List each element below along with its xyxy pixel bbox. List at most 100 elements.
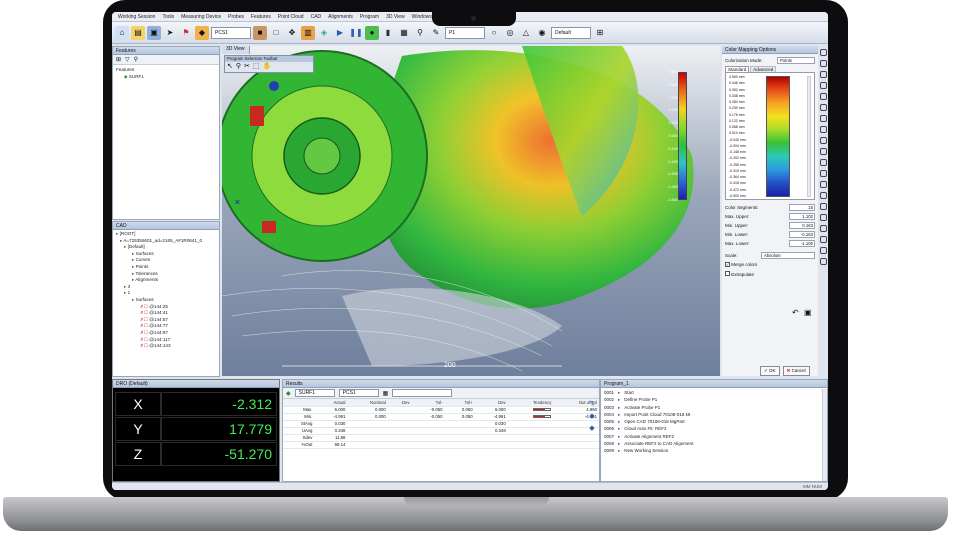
program-step[interactable]: 0009 ▸ New Working Session [604, 447, 824, 454]
open-icon[interactable]: ▤ [131, 25, 145, 40]
menu-item[interactable]: Measuring Device [181, 14, 221, 20]
results-column-header[interactable]: Tendency [507, 399, 554, 407]
gap-tool-icon[interactable] [820, 192, 827, 199]
program-step[interactable]: 0004 ▸ Import Point Cloud 70108-018 k6 [604, 411, 824, 418]
cad-tree-item[interactable]: ✗☐ @144:117 [116, 337, 216, 344]
arrow-icon[interactable]: ➤ [163, 26, 177, 40]
layout-icon[interactable]: ⊞ [593, 26, 607, 40]
color-field-input[interactable]: 15 [789, 204, 815, 211]
table-row[interactable]: Max. 6.000 0.000 -0.050 0.050 6.000 4.950 [283, 406, 599, 414]
cad-tree-item[interactable]: ✗☐ @144:41 [116, 310, 216, 317]
pause-icon[interactable]: ❚❚ [349, 26, 363, 40]
extrapolate-checkbox[interactable] [725, 270, 730, 276]
color-field-input[interactable]: 1.102 [789, 213, 815, 220]
results-down-icon[interactable]: ◆ [589, 424, 594, 432]
cone-icon[interactable]: △ [519, 26, 533, 40]
color-field-input[interactable]: 0.163 [789, 222, 815, 229]
cad-tree-item[interactable]: ▸ 3 [116, 284, 216, 291]
menu-item[interactable]: Probes [228, 14, 244, 20]
circle-tool-icon[interactable] [820, 71, 827, 78]
ok-button[interactable]: ✔ OK [760, 366, 780, 376]
play-icon[interactable]: ▶ [333, 26, 347, 40]
probe-blue-icon[interactable]: ▮ [381, 26, 395, 40]
search-icon[interactable]: ⚲ [134, 56, 138, 63]
cad-tree-item[interactable]: ▸ A=725355601_ad=2165_A#1R0641_0 [116, 238, 216, 245]
cad-tree-item[interactable]: ▸ [Default] [116, 244, 216, 251]
annotation-tool-icon[interactable] [820, 236, 827, 243]
move-icon[interactable]: ✥ [285, 26, 299, 40]
program-step[interactable]: 0003 ▸ Activate Probe P1 [604, 404, 824, 411]
program-step[interactable]: 0002 ▸ Define Probe P1 [604, 396, 824, 403]
slot-tool-icon[interactable] [820, 115, 827, 122]
table-row[interactable]: UAvg 0.348 0.348 [283, 427, 599, 435]
surface-tool-icon[interactable] [820, 159, 827, 166]
filter-icon[interactable]: ▽ [125, 56, 130, 63]
color-field-input[interactable]: -1.100 [789, 240, 815, 247]
cad-tree-item[interactable]: ▸ Curves [116, 257, 216, 264]
color-field-input[interactable]: -0.163 [789, 231, 815, 238]
cad-tree-item[interactable]: ✗☐ @144:57 [116, 317, 216, 324]
flush-tool-icon[interactable] [820, 203, 827, 210]
menu-item[interactable]: Working Session [118, 14, 155, 20]
segment-color-swatches[interactable] [766, 76, 790, 197]
results-column-header[interactable]: Dev [474, 399, 508, 407]
hand-icon[interactable]: ✋ [263, 62, 272, 70]
cube-icon[interactable]: ■ [253, 25, 267, 40]
report-tool-icon[interactable] [820, 247, 827, 254]
ellipse-tool-icon[interactable] [820, 126, 827, 133]
results-column-header[interactable]: Tol+ [444, 399, 475, 407]
cut-icon[interactable]: ✂ [244, 62, 250, 70]
menu-item[interactable]: CAD [311, 14, 322, 20]
circle-icon[interactable]: ○ [487, 26, 501, 40]
program-scrollbar[interactable] [822, 389, 827, 481]
line-tool-icon[interactable] [820, 49, 827, 56]
merge-colors-checkbox[interactable]: ✓ [725, 262, 730, 267]
cad-tree-item[interactable]: ✗☐ @144:143 [116, 343, 216, 350]
cube-outline-icon[interactable]: □ [269, 26, 283, 40]
wand-icon[interactable]: ⚲ [413, 26, 427, 40]
table-row[interactable]: %Out 68.14 [283, 441, 599, 449]
program-step[interactable]: 0008 ▸ Associate REF2 to CAD Alignment [604, 440, 824, 447]
cad-tree-item[interactable]: ▸ Surfaces [116, 297, 216, 304]
menu-item[interactable]: 3D View [386, 14, 405, 20]
probe-icon[interactable]: ◆ [195, 25, 209, 40]
cone-tool-icon[interactable] [820, 93, 827, 100]
flag-icon[interactable]: ⚑ [179, 26, 193, 40]
frame-select[interactable]: PCS1 [211, 26, 251, 39]
grid-icon[interactable]: ▦ [397, 26, 411, 40]
menu-item[interactable]: Point Cloud [278, 14, 304, 20]
cad-tree-item[interactable]: ✗☐ @144:25 [116, 304, 216, 311]
pencil-icon[interactable]: ✎ [429, 26, 443, 40]
segments-scrollbar[interactable] [807, 76, 811, 197]
sphere-icon[interactable]: ◉ [535, 26, 549, 40]
view-select[interactable]: Default [551, 26, 591, 39]
results-column-header[interactable]: Nominal [347, 399, 388, 407]
cylinder-icon[interactable]: ◎ [503, 26, 517, 40]
results-feature-select[interactable]: SURF1 [294, 389, 335, 397]
cad-tree-item[interactable]: ▸ Surfaces [116, 251, 216, 258]
pointer-icon[interactable]: ↖ [227, 62, 233, 70]
menu-item[interactable]: Tools [162, 14, 174, 20]
save-small-icon[interactable]: ▣ [804, 308, 812, 317]
section-tool-icon[interactable] [820, 170, 827, 177]
program-step[interactable]: 0005 ▸ Open CAD 70108-018 MgPart [604, 418, 824, 425]
sphere-tool-icon[interactable] [820, 104, 827, 111]
plane-tool-icon[interactable] [820, 60, 827, 67]
scan-icon[interactable]: ◈ [317, 26, 331, 40]
table-row[interactable]: Sdev 11.88 [283, 434, 599, 442]
program-step[interactable]: 0007 ▸ Activate Alignment REF2 [604, 433, 824, 440]
cad-tree-item[interactable]: ▸ Tolerances [116, 271, 216, 278]
results-column-header[interactable]: Dev [387, 399, 412, 407]
green-point-icon[interactable]: ● [365, 25, 379, 40]
cancel-button[interactable]: ✖ Cancel [782, 366, 810, 376]
scale-select[interactable]: Absolute [761, 252, 815, 259]
tree-icon[interactable]: ⊞ [116, 56, 121, 63]
table-row[interactable]: StAvg 0.030 0.030 [283, 420, 599, 428]
tab-3d-view[interactable]: 3D View [222, 46, 250, 54]
edge-tool-icon[interactable] [820, 181, 827, 188]
menu-item[interactable]: Program [360, 14, 379, 20]
cad-tree-item[interactable]: ▸ Alignments [116, 277, 216, 284]
mode-select[interactable]: Points [777, 57, 815, 64]
angle-tool-icon[interactable] [820, 214, 827, 221]
cad-tree-item[interactable]: ▸ 1 [116, 290, 216, 297]
